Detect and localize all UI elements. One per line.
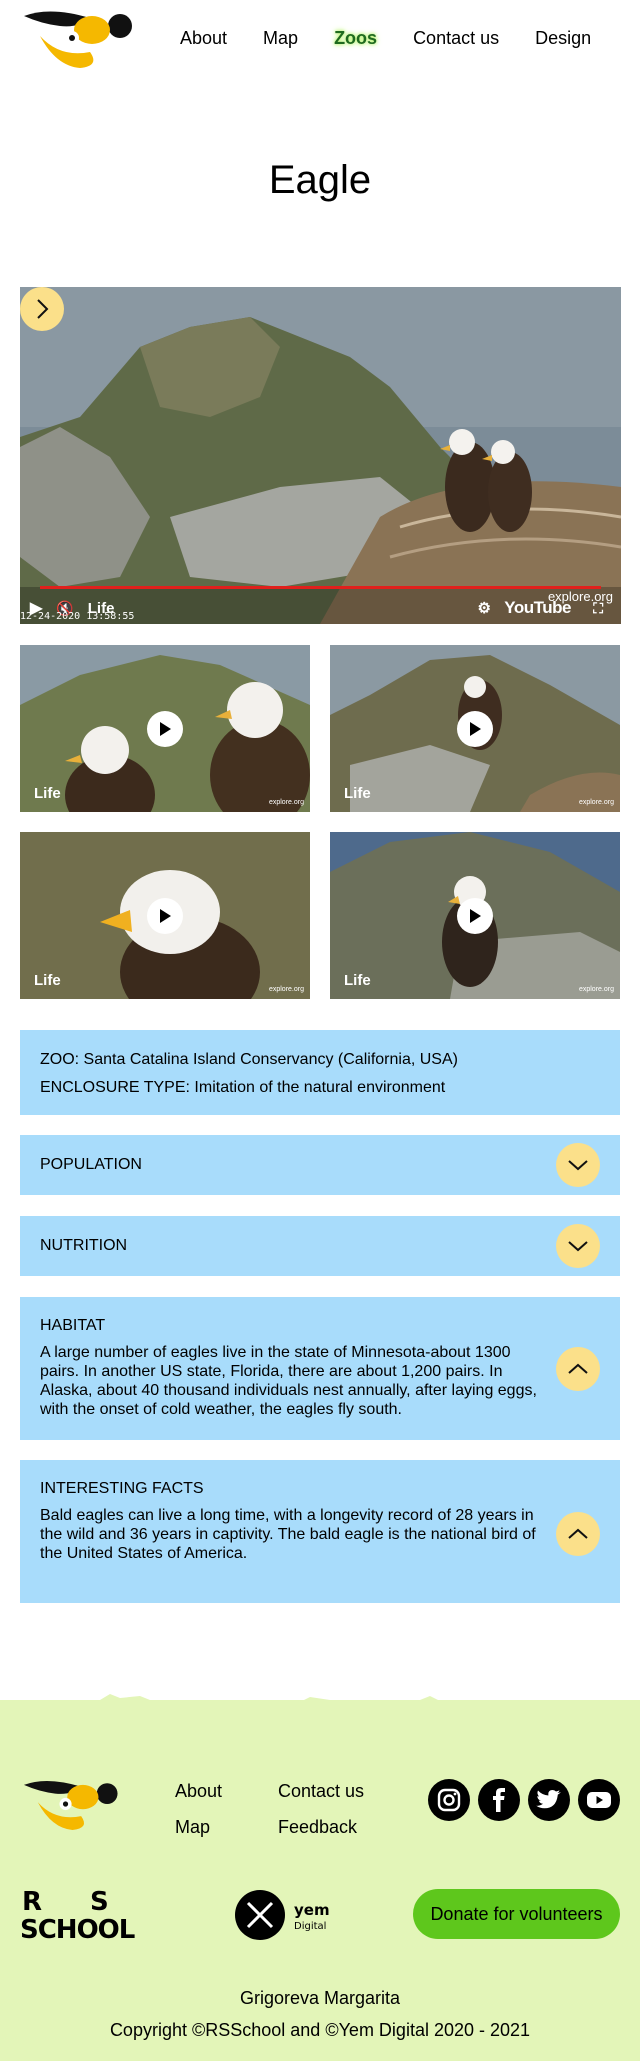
video-thumbnail[interactable]: Life explore.org [20, 832, 310, 999]
explore-watermark: explore.org [268, 986, 304, 993]
youtube-link[interactable] [578, 1779, 620, 1821]
youtube-icon [587, 1792, 611, 1808]
footer-logo[interactable] [20, 1778, 118, 1830]
next-video-button[interactable] [20, 287, 64, 331]
habitat-line: Alaska, about 40 thousand individuals ne… [40, 1382, 537, 1399]
video-thumbnail[interactable]: Life explore.org [330, 832, 620, 999]
footer-link-contact[interactable]: Contact us [278, 1781, 364, 1802]
play-icon [160, 908, 171, 923]
facts-line: the wild and 36 years in captivity. The … [40, 1526, 536, 1543]
live-label: Life [34, 785, 61, 802]
footer-author: Grigoreva Margarita [239, 1988, 401, 2008]
population-panel[interactable]: POPULATION [20, 1135, 620, 1195]
nutrition-toggle[interactable] [556, 1224, 600, 1268]
nav-zoos[interactable]: Zoos [334, 28, 377, 49]
habitat-toggle[interactable] [556, 1347, 600, 1391]
video-thumbnail[interactable]: Life explore.org [20, 645, 310, 812]
play-icon [160, 721, 171, 736]
live-label: Life [344, 972, 371, 989]
nav-map[interactable]: Map [263, 28, 298, 49]
explore-watermark: explore.org [578, 799, 614, 806]
facebook-icon [493, 1788, 505, 1812]
rs-logo-letter-s: S [90, 1887, 109, 1917]
habitat-line: pairs. In another US state, Florida, the… [40, 1363, 503, 1380]
explore-watermark: explore.org [578, 986, 614, 993]
habitat-line: A large number of eagles live in the sta… [40, 1344, 511, 1361]
yem-logo-line1: yem [294, 1901, 330, 1919]
nav-contact-us[interactable]: Contact us [413, 28, 499, 49]
play-icon [470, 721, 481, 736]
youtube-logo[interactable]: YouTube [504, 598, 571, 618]
twitter-link[interactable] [528, 1779, 570, 1821]
play-button[interactable] [457, 897, 493, 934]
facts-toggle[interactable] [556, 1512, 600, 1556]
play-button[interactable] [147, 897, 183, 934]
footer-link-feedback[interactable]: Feedback [278, 1817, 357, 1838]
enclosure-type: ENCLOSURE TYPE: Imitation of the natural… [40, 1079, 446, 1096]
population-toggle[interactable] [556, 1143, 600, 1187]
chevron-down-icon [568, 1160, 588, 1171]
facts-line: the United States of America. [40, 1545, 248, 1562]
footer-copyright: Copyright ©RSSchool and ©Yem Digital 202… [109, 2020, 531, 2040]
facebook-link[interactable] [478, 1779, 520, 1821]
video-timestamp: 12-24-2020 13:58:55 [20, 611, 135, 622]
site-header: About Map Zoos Contact us Design [0, 0, 640, 82]
chevron-up-icon [568, 1363, 588, 1374]
live-label: Life [34, 972, 61, 989]
yem-digital-logo[interactable]: yem Digital [235, 1888, 345, 1942]
rs-logo-letter-r: R [22, 1887, 42, 1917]
main-nav: About Map Zoos Contact us Design [180, 28, 591, 49]
habitat-title: HABITAT [40, 1317, 106, 1334]
facts-text: Bald eagles can live a long time, with a… [40, 1506, 550, 1563]
zoo-info-panel: ZOO: Santa Catalina Island Conservancy (… [20, 1030, 620, 1115]
main-video-player[interactable]: ▶ 🔇 Life ⚙ ⛶ explore.org YouTube 12-24-2… [20, 287, 621, 624]
population-title: POPULATION [40, 1156, 142, 1173]
chevron-down-icon [568, 1241, 588, 1252]
settings-icon[interactable]: ⚙ [478, 599, 491, 617]
twitter-icon [536, 1790, 561, 1809]
footer-link-map[interactable]: Map [175, 1817, 210, 1838]
rs-logo-school: SCHOOL [20, 1915, 135, 1942]
video-thumbnail[interactable]: Life explore.org [330, 645, 620, 812]
site-logo[interactable] [20, 8, 132, 68]
nutrition-title: NUTRITION [40, 1237, 128, 1254]
yem-logo-line2: Digital [294, 1921, 326, 1932]
nav-about[interactable]: About [180, 28, 227, 49]
footer-link-about[interactable]: About [175, 1781, 222, 1802]
play-button[interactable] [147, 710, 183, 747]
rs-school-logo[interactable]: R S SCHOOL [20, 1886, 165, 1942]
facts-title: INTERESTING FACTS [40, 1480, 204, 1497]
live-label: Life [344, 785, 371, 802]
page-title: Eagle [268, 158, 372, 202]
play-icon [470, 908, 481, 923]
eagle-nest-scene [20, 287, 621, 624]
instagram-icon [437, 1788, 461, 1812]
video-progress-bar[interactable] [40, 586, 601, 589]
habitat-text: A large number of eagles live in the sta… [40, 1343, 550, 1419]
play-button[interactable] [457, 710, 493, 747]
nutrition-panel[interactable]: NUTRITION [20, 1216, 620, 1276]
zoo-name: ZOO: Santa Catalina Island Conservancy (… [40, 1051, 458, 1068]
habitat-panel[interactable]: HABITAT A large number of eagles live in… [20, 1297, 620, 1440]
explore-watermark: explore.org [268, 799, 304, 806]
donate-button[interactable]: Donate for volunteers [413, 1889, 620, 1939]
interesting-facts-panel[interactable]: INTERESTING FACTS Bald eagles can live a… [20, 1460, 620, 1603]
facts-line: Bald eagles can live a long time, with a… [40, 1507, 534, 1524]
chevron-up-icon [568, 1528, 588, 1539]
instagram-link[interactable] [428, 1779, 470, 1821]
habitat-line: with the onset of cold weather, the eagl… [40, 1401, 402, 1418]
chevron-right-icon [37, 299, 49, 319]
nav-design[interactable]: Design [535, 28, 591, 49]
